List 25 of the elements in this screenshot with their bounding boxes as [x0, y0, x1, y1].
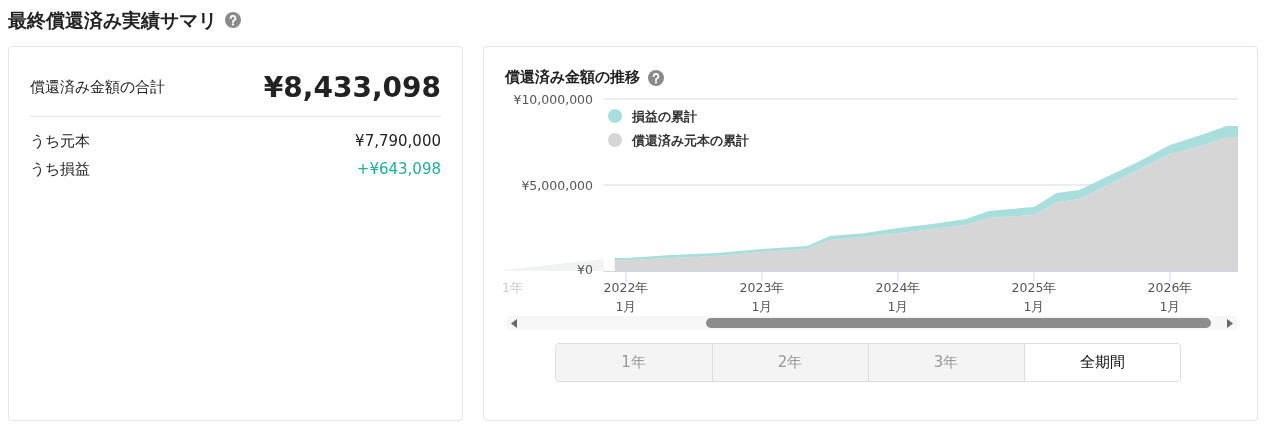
- row-label: うち損益: [30, 159, 90, 180]
- scrollbar-thumb[interactable]: [706, 318, 1211, 328]
- help-icon[interactable]: [225, 12, 241, 28]
- row-label: うち元本: [30, 131, 90, 152]
- page-title: 最終償還済み実績サマリ: [8, 8, 217, 33]
- x-axis-label: 2026年 1月: [1147, 280, 1193, 314]
- chart-title: 償還済み金額の推移: [505, 68, 640, 87]
- x-axis-label: 2025年 1月: [1011, 280, 1057, 314]
- y-axis-label: ¥0: [577, 262, 593, 277]
- range-tab[interactable]: 全期間: [1023, 344, 1180, 381]
- total-label: 償還済み金額の合計: [30, 78, 165, 97]
- right-arrow-icon[interactable]: [1227, 318, 1233, 328]
- legend-label[interactable]: 償還済み元本の累計: [632, 133, 749, 148]
- row-value: +¥643,098: [356, 159, 441, 180]
- help-icon[interactable]: [648, 69, 664, 86]
- left-arrow-icon[interactable]: [511, 318, 517, 328]
- total-value: ¥8,433,098: [263, 71, 441, 104]
- y-axis-label: ¥5,000,000: [521, 178, 593, 193]
- legend-label[interactable]: 損益の累計: [632, 109, 697, 124]
- horizontal-scrollbar[interactable]: [507, 316, 1237, 330]
- y-axis-label: ¥10,000,000: [513, 92, 593, 107]
- row-value: ¥7,790,000: [355, 131, 441, 152]
- x-axis-label: 2023年 1月: [739, 280, 785, 314]
- x-axis-label: 2024年 1月: [875, 280, 921, 314]
- x-axis-label: 2022年 1月: [603, 280, 649, 314]
